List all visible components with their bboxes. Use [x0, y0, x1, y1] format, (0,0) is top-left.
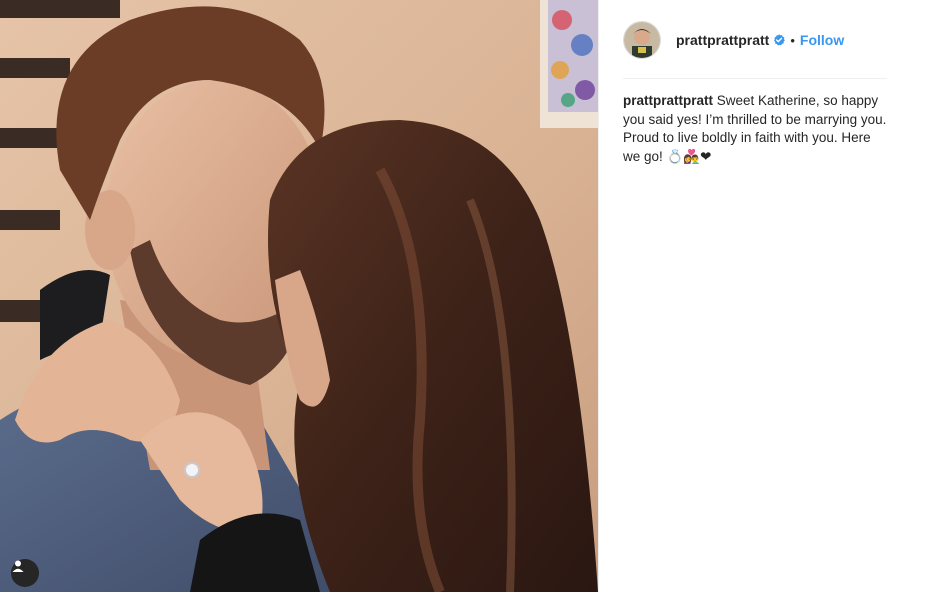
instagram-post: prattprattpratt • Follow prattprattpratt… — [0, 0, 938, 592]
post-side-panel: prattprattpratt • Follow prattprattpratt… — [598, 0, 938, 592]
user-tag-button[interactable] — [11, 559, 39, 587]
avatar[interactable] — [623, 21, 661, 59]
follow-button[interactable]: Follow — [800, 32, 844, 48]
verified-badge-icon — [773, 34, 786, 46]
post-photo[interactable] — [0, 0, 598, 592]
separator-dot: • — [790, 32, 795, 48]
post-username[interactable]: prattprattpratt — [676, 32, 769, 48]
post-caption: prattprattpratt Sweet Katherine, so happ… — [623, 92, 889, 166]
caption-username[interactable]: prattprattpratt — [623, 93, 713, 108]
photo-image — [0, 0, 598, 592]
user-tag-icon — [12, 560, 24, 572]
post-header: prattprattpratt • Follow — [623, 20, 886, 60]
avatar-image — [624, 22, 660, 58]
header-divider — [623, 78, 887, 79]
